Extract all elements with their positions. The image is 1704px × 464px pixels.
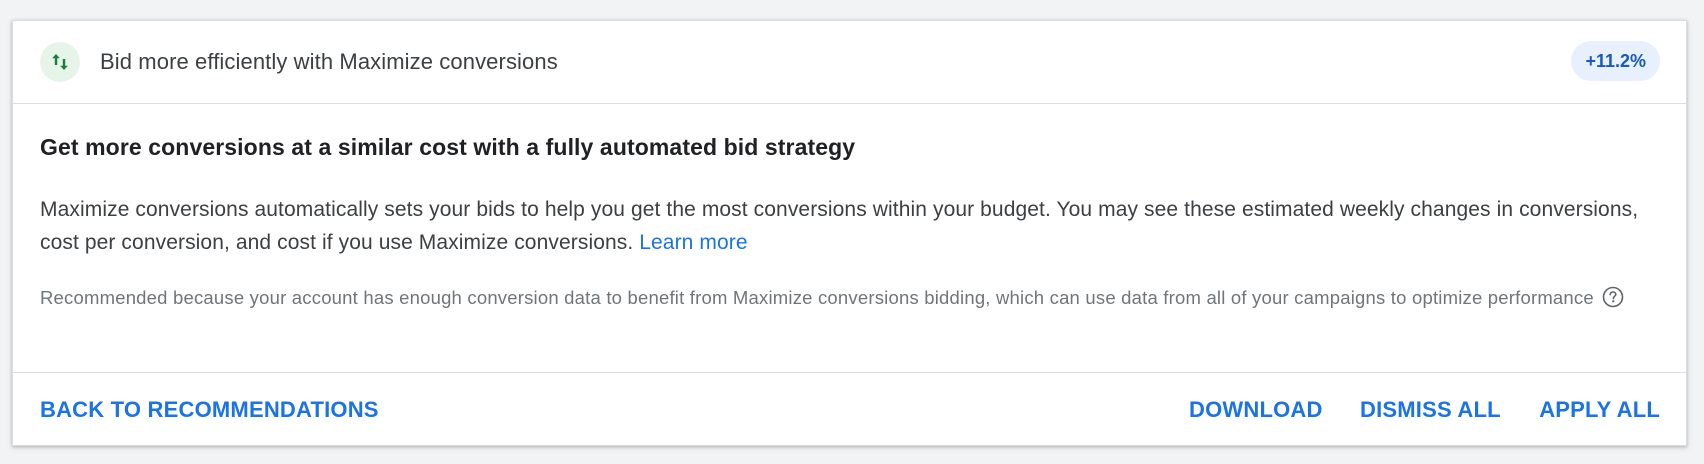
swap-vert-arrows-icon	[40, 42, 80, 82]
download-button[interactable]: DOWNLOAD	[1189, 373, 1323, 447]
recommendation-reason: Recommended because your account has eno…	[40, 283, 1660, 316]
card-header: Bid more efficiently with Maximize conve…	[13, 21, 1686, 104]
learn-more-link[interactable]: Learn more	[639, 231, 747, 254]
recommendation-card: Bid more efficiently with Maximize conve…	[12, 20, 1687, 446]
uplift-badge: +11.2%	[1571, 41, 1660, 81]
apply-all-button[interactable]: APPLY ALL	[1539, 373, 1660, 447]
back-to-recommendations-button[interactable]: BACK TO RECOMMENDATIONS	[40, 373, 379, 447]
recommendation-description: Maximize conversions automatically sets …	[40, 193, 1660, 259]
recommendation-title: Bid more efficiently with Maximize conve…	[100, 49, 558, 74]
card-footer: BACK TO RECOMMENDATIONS DOWNLOAD DISMISS…	[13, 372, 1686, 445]
reason-text: Recommended because your account has eno…	[40, 287, 1594, 308]
help-outline-icon[interactable]	[1602, 286, 1624, 316]
dismiss-all-button[interactable]: DISMISS ALL	[1360, 373, 1501, 447]
description-text: Maximize conversions automatically sets …	[40, 198, 1639, 254]
recommendation-headline: Get more conversions at a similar cost w…	[40, 134, 856, 160]
